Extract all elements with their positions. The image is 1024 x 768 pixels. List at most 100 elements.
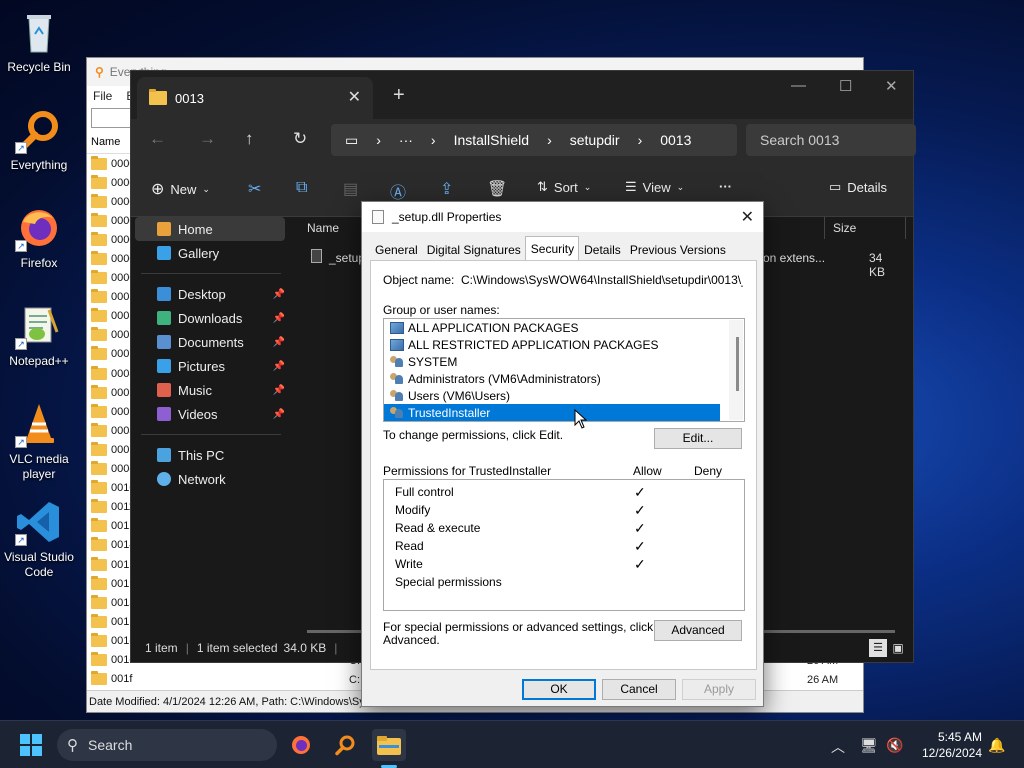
menu-file[interactable]: File bbox=[93, 89, 112, 103]
volume-muted-icon[interactable]: 🔇 bbox=[886, 737, 903, 754]
advanced-button[interactable]: Advanced bbox=[654, 620, 742, 641]
desktop-icon-vscode[interactable]: ↗ Visual Studio Code bbox=[2, 498, 76, 580]
principal-row[interactable]: TrustedInstaller bbox=[384, 404, 720, 421]
tab-details[interactable]: Details bbox=[579, 238, 625, 260]
tiles-view-icon[interactable]: ▣ bbox=[889, 639, 907, 657]
pin-icon[interactable]: 📌 bbox=[273, 337, 285, 348]
pin-icon[interactable]: 📌 bbox=[273, 409, 285, 420]
forward-icon[interactable]: → bbox=[199, 129, 216, 149]
scrollbar-thumb[interactable] bbox=[736, 337, 739, 391]
sort-button[interactable]: ⇅ Sort ⌄ bbox=[537, 179, 591, 195]
share-icon[interactable]: ⇪ bbox=[440, 179, 453, 199]
paste-icon[interactable]: ▤ bbox=[343, 179, 358, 199]
details-pane-button[interactable]: ▭ Details bbox=[829, 179, 887, 195]
sidebar-item-videos[interactable]: Videos 📌 bbox=[131, 402, 291, 426]
sidebar-item-music[interactable]: Music 📌 bbox=[131, 378, 291, 402]
principal-row[interactable]: SYSTEM bbox=[384, 353, 744, 370]
apply-button[interactable]: Apply bbox=[682, 679, 756, 700]
close-icon[interactable]: ✕ bbox=[741, 207, 754, 227]
principal-row[interactable]: Users (VM6\Users) bbox=[384, 387, 744, 404]
desktop-icon-label: VLC media player bbox=[9, 452, 69, 481]
desktop-icon-recycle-bin[interactable]: Recycle Bin bbox=[2, 8, 76, 75]
taskbar-file-explorer[interactable] bbox=[372, 729, 406, 761]
principal-row[interactable]: ALL APPLICATION PACKAGES bbox=[384, 319, 744, 336]
new-button[interactable]: ⊕ New ⌄ bbox=[151, 179, 210, 199]
close-window-button[interactable]: ✕ bbox=[885, 77, 898, 95]
sidebar-item-this-pc[interactable]: This PC bbox=[131, 443, 291, 467]
explorer-tab-title: 0013 bbox=[175, 90, 204, 106]
minimize-button[interactable]: — bbox=[791, 77, 806, 94]
maximize-button[interactable]: ☐ bbox=[839, 77, 852, 95]
chevron-right-icon: › bbox=[547, 132, 552, 148]
taskbar-clock[interactable]: 5:45 AM 12/26/2024 bbox=[918, 729, 982, 761]
explorer-search-input[interactable]: Search 0013 bbox=[746, 124, 916, 156]
firefox-icon bbox=[292, 736, 310, 754]
tab-previous-versions[interactable]: Previous Versions bbox=[625, 238, 730, 260]
taskbar-search[interactable]: ⚲ Search bbox=[57, 729, 277, 761]
sidebar-item-documents[interactable]: Documents 📌 bbox=[131, 330, 291, 354]
taskbar: ⚲ Search ︿ 🖥 🔇 5:45 AM 12/26/2024 🔔 bbox=[0, 720, 1024, 768]
taskbar-firefox[interactable] bbox=[284, 729, 318, 761]
sidebar-item-downloads[interactable]: Downloads 📌 bbox=[131, 306, 291, 330]
pin-icon[interactable]: 📌 bbox=[273, 289, 285, 300]
desktop-icon-everything[interactable]: ↗ Everything bbox=[2, 106, 76, 173]
clock-time: 5:45 AM bbox=[937, 730, 982, 744]
ok-button[interactable]: OK bbox=[522, 679, 596, 700]
column-header-size[interactable]: Size bbox=[833, 221, 856, 235]
breadcrumb-installshield[interactable]: InstallShield bbox=[454, 132, 530, 148]
sidebar-item-home[interactable]: Home bbox=[135, 217, 285, 241]
details-view-icon[interactable]: ☰ bbox=[869, 639, 887, 657]
everything-search-input[interactable] bbox=[91, 108, 131, 128]
firefox-icon: ↗ bbox=[15, 204, 63, 252]
network-status-icon[interactable]: 🖥 bbox=[860, 737, 878, 754]
rename-icon[interactable]: Ⓐ bbox=[390, 179, 406, 203]
chevron-right-icon: › bbox=[376, 132, 381, 148]
principal-row[interactable]: ALL RESTRICTED APPLICATION PACKAGES bbox=[384, 336, 744, 353]
breadcrumb-overflow[interactable]: ··· bbox=[399, 132, 413, 148]
tab-close-icon[interactable]: ✕ bbox=[348, 87, 361, 107]
dialog-titlebar[interactable]: _setup.dll Properties ✕ bbox=[362, 202, 763, 232]
edit-button[interactable]: Edit... bbox=[654, 428, 742, 449]
new-tab-button[interactable]: + bbox=[393, 84, 405, 107]
taskbar-everything[interactable] bbox=[328, 729, 362, 761]
desktop-icon-firefox[interactable]: ↗ Firefox bbox=[2, 204, 76, 271]
start-button[interactable] bbox=[20, 734, 42, 756]
breadcrumb-setupdir[interactable]: setupdir bbox=[570, 132, 620, 148]
status-item-count: 1 item bbox=[145, 641, 178, 655]
principal-row[interactable]: Administrators (VM6\Administrators) bbox=[384, 370, 744, 387]
tab-security[interactable]: Security bbox=[524, 236, 580, 260]
delete-icon[interactable]: 🗑 bbox=[487, 179, 507, 199]
pin-icon[interactable]: 📌 bbox=[273, 313, 285, 324]
sidebar-item-network[interactable]: Network bbox=[131, 467, 291, 491]
windows-logo-tile bbox=[32, 734, 42, 744]
folder-icon bbox=[91, 671, 107, 686]
breadcrumb-0013[interactable]: 0013 bbox=[660, 132, 691, 148]
copy-icon[interactable]: ⧉ bbox=[296, 179, 307, 197]
cut-icon[interactable]: ✂ bbox=[248, 179, 261, 199]
back-icon[interactable]: ← bbox=[149, 129, 166, 149]
sidebar-item-gallery[interactable]: Gallery bbox=[131, 241, 291, 265]
properties-dialog[interactable]: _setup.dll Properties ✕ General Digital … bbox=[361, 201, 764, 707]
desktop-icon-vlc[interactable]: ↗ VLC media player bbox=[2, 400, 76, 482]
address-bar[interactable]: ▭ › ··· › InstallShield › setupdir › 001… bbox=[331, 124, 737, 156]
principals-list[interactable]: ALL APPLICATION PACKAGES ALL RESTRICTED A… bbox=[383, 318, 745, 422]
allow-column-header: Allow bbox=[633, 464, 662, 478]
view-button[interactable]: ☰ View ⌄ bbox=[625, 179, 684, 195]
permission-name: Read bbox=[395, 539, 424, 553]
desktop-icon-notepad-plus-plus[interactable]: ↗ Notepad++ bbox=[2, 302, 76, 369]
notification-bell-icon[interactable]: 🔔 bbox=[988, 737, 1005, 754]
chevron-up-icon[interactable]: ︿ bbox=[831, 737, 845, 757]
pin-icon[interactable]: 📌 bbox=[273, 385, 285, 396]
refresh-icon[interactable]: ↻ bbox=[293, 129, 307, 149]
tab-general[interactable]: General bbox=[370, 238, 422, 260]
sidebar-item-pictures[interactable]: Pictures 📌 bbox=[131, 354, 291, 378]
sidebar-item-desktop[interactable]: Desktop 📌 bbox=[131, 282, 291, 306]
column-header-name[interactable]: Name bbox=[307, 221, 339, 235]
pin-icon[interactable]: 📌 bbox=[273, 361, 285, 372]
cancel-button[interactable]: Cancel bbox=[602, 679, 676, 700]
explorer-tab[interactable]: 0013 ✕ bbox=[137, 77, 373, 119]
more-options-button[interactable]: ··· bbox=[719, 179, 732, 194]
up-icon[interactable]: ↑ bbox=[245, 129, 254, 149]
tab-digital-signatures[interactable]: Digital Signatures bbox=[422, 238, 525, 260]
user-icon bbox=[390, 372, 404, 385]
